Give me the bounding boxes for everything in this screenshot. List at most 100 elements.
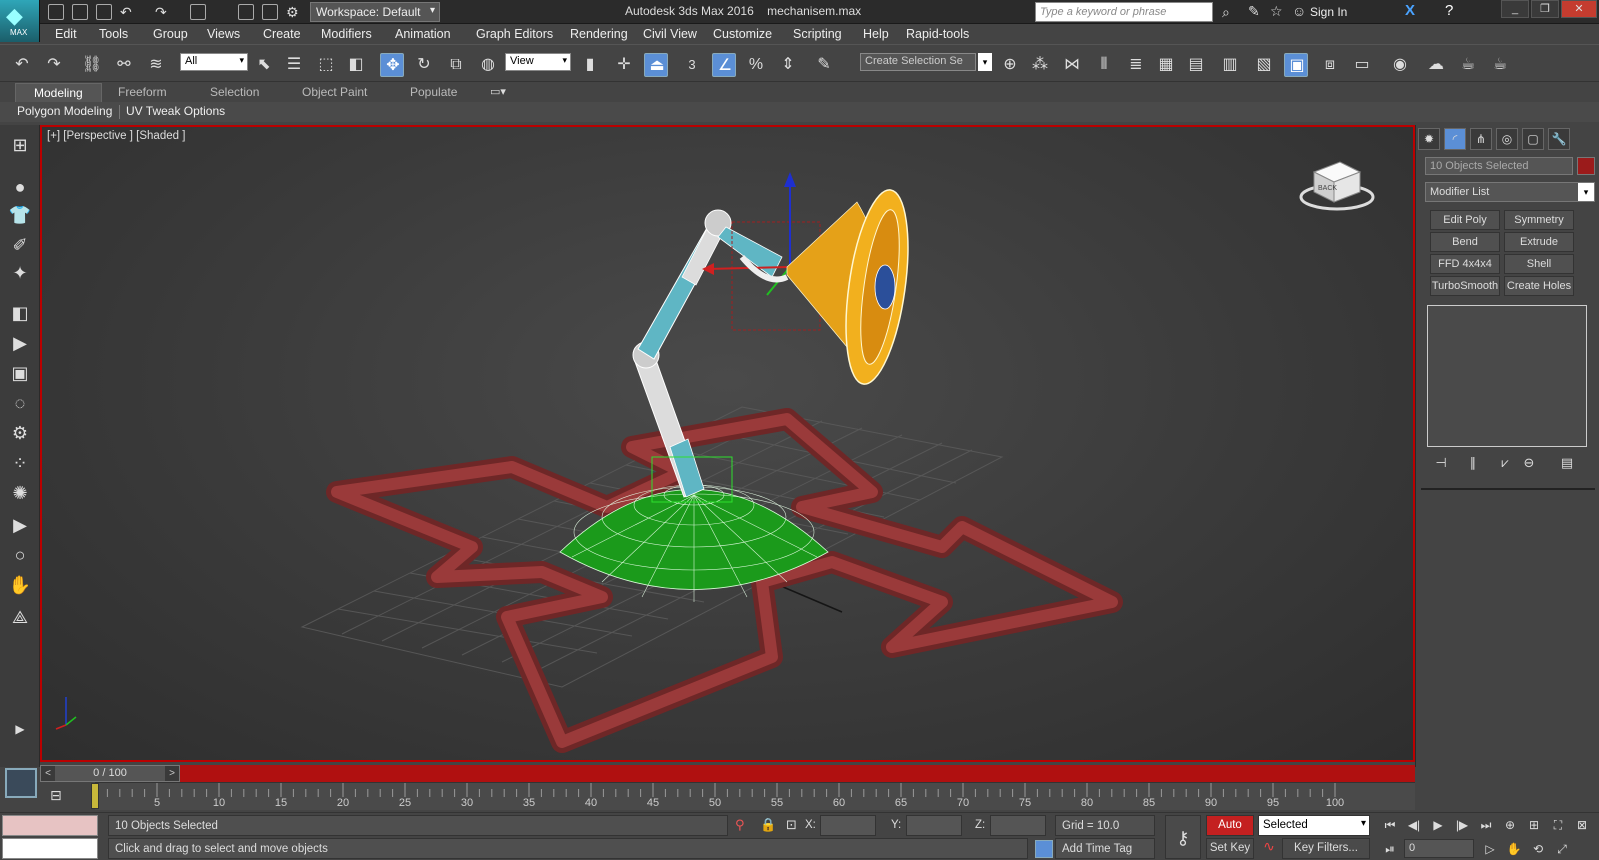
- bind-space-warp-icon[interactable]: ≋: [144, 53, 168, 77]
- perspective-viewport[interactable]: [+] [Perspective ] [Shaded ] BACK: [40, 125, 1415, 762]
- scene-explorer-icon[interactable]: ⊞: [7, 133, 33, 157]
- menu-rapid-tools[interactable]: Rapid-tools: [906, 27, 969, 41]
- teapot-render-icon[interactable]: ☕: [1456, 53, 1480, 77]
- save-file-icon[interactable]: [96, 4, 112, 20]
- paint-brush-icon[interactable]: ✐: [7, 233, 33, 257]
- x-coordinate-field[interactable]: [820, 815, 876, 836]
- close-button[interactable]: ✕: [1561, 0, 1597, 18]
- cloth-icon[interactable]: 👕: [7, 203, 33, 227]
- link-icon[interactable]: ⛓: [80, 53, 104, 77]
- render-setup-icon[interactable]: ▣: [1284, 53, 1308, 77]
- rendered-frame-window-icon[interactable]: ⧈: [1318, 53, 1342, 77]
- menu-civil-view[interactable]: Civil View: [643, 27, 697, 41]
- menu-scripting[interactable]: Scripting: [793, 27, 842, 41]
- menu-rendering[interactable]: Rendering: [570, 27, 628, 41]
- time-slider[interactable]: < 0 / 100 >: [40, 765, 180, 782]
- window-alt-icon[interactable]: [262, 4, 278, 20]
- select-manipulate-icon[interactable]: ✛: [612, 53, 636, 77]
- render-iterative-icon[interactable]: ◉: [1388, 53, 1412, 77]
- zoom-all-icon[interactable]: ⊞: [1524, 815, 1544, 835]
- isolate-icon[interactable]: ⊕: [998, 53, 1022, 77]
- display-tab-icon[interactable]: ▢: [1522, 128, 1544, 150]
- help-icon[interactable]: ?: [1445, 2, 1453, 19]
- ribbon-options-icon[interactable]: ▭▾: [490, 85, 506, 98]
- maximize-viewport-icon[interactable]: ⤢: [1552, 839, 1572, 859]
- layer-manager-icon[interactable]: ≣: [1124, 53, 1148, 77]
- select-and-move-icon[interactable]: ✥: [380, 53, 404, 77]
- walk-through-icon[interactable]: ⟁: [7, 605, 33, 629]
- render-production-icon[interactable]: ▭: [1350, 53, 1374, 77]
- current-frame-marker[interactable]: [91, 783, 99, 809]
- project-folder-icon[interactable]: [190, 4, 206, 20]
- symmetry-button[interactable]: Symmetry: [1504, 210, 1574, 230]
- redo-icon[interactable]: ↷: [155, 4, 171, 20]
- undo-icon[interactable]: ↶: [120, 4, 136, 20]
- angle-snap-icon[interactable]: ∠: [712, 53, 736, 77]
- orbit-view-icon[interactable]: ⟲: [1528, 839, 1548, 859]
- material-editor-icon[interactable]: ▧: [1252, 53, 1276, 77]
- zoom-icon[interactable]: ⊕: [1500, 815, 1520, 835]
- spinner-snap-icon[interactable]: ⇕: [776, 53, 800, 77]
- circle-icon[interactable]: ○: [7, 543, 33, 567]
- search-input[interactable]: Type a keyword or phrase: [1035, 2, 1213, 22]
- snaps-toggle-icon[interactable]: 3: [680, 53, 704, 77]
- go-to-start-icon[interactable]: ⏮: [1380, 815, 1400, 835]
- key-filters-button[interactable]: Key Filters...: [1282, 838, 1370, 859]
- favorites-star-icon[interactable]: ☆: [1270, 3, 1283, 20]
- object-name-field[interactable]: 10 Objects Selected: [1425, 157, 1573, 175]
- application-button[interactable]: ◆ MAX: [0, 0, 40, 42]
- schematic-view-icon[interactable]: ▥: [1218, 53, 1242, 77]
- key-set-dropdown[interactable]: Selected ▾: [1258, 815, 1370, 836]
- chevron-down-icon[interactable]: ▾: [978, 53, 992, 71]
- hierarchy-tab-icon[interactable]: ⋔: [1470, 128, 1492, 150]
- particle-flow-icon[interactable]: ✦: [7, 261, 33, 285]
- tab-selection[interactable]: Selection: [210, 85, 259, 99]
- current-frame-field[interactable]: 0: [1404, 839, 1474, 858]
- subtab-uv-tweak-options[interactable]: UV Tweak Options: [126, 104, 225, 118]
- orbit-icon[interactable]: ◌: [7, 391, 33, 415]
- object-color-swatch[interactable]: [1577, 157, 1595, 175]
- adaptive-degradation-icon[interactable]: [1035, 840, 1053, 858]
- add-time-tag-button[interactable]: Add Time Tag: [1055, 838, 1155, 859]
- tab-populate[interactable]: Populate: [410, 85, 457, 99]
- modifier-stack-list[interactable]: [1427, 305, 1587, 447]
- z-coordinate-field[interactable]: [990, 815, 1046, 836]
- percent-snap-icon[interactable]: %: [744, 53, 768, 77]
- pan-view-icon[interactable]: ✋: [1504, 839, 1524, 859]
- create-holes-button[interactable]: Create Holes: [1504, 276, 1574, 296]
- play-filter-icon[interactable]: ▶: [7, 331, 33, 355]
- sign-in-link[interactable]: Sign In: [1310, 5, 1347, 19]
- redo-icon[interactable]: ↷: [42, 53, 66, 77]
- show-end-result-icon[interactable]: ∥: [1464, 455, 1482, 473]
- tab-freeform[interactable]: Freeform: [118, 85, 167, 99]
- lock-selection-icon[interactable]: 🔒: [760, 817, 776, 833]
- menu-modifiers[interactable]: Modifiers: [321, 27, 372, 41]
- unlink-icon[interactable]: ⚯: [112, 53, 136, 77]
- shell-button[interactable]: Shell: [1504, 254, 1574, 274]
- utilities-tab-icon[interactable]: 🔧: [1548, 128, 1570, 150]
- minimize-button[interactable]: _: [1501, 0, 1529, 18]
- set-keys-icon[interactable]: ⚷: [1165, 815, 1201, 859]
- select-and-scale-icon[interactable]: ⧉: [444, 53, 468, 77]
- time-slider-track[interactable]: < 0 / 100 >: [40, 765, 1415, 782]
- menu-graph-editors[interactable]: Graph Editors: [476, 27, 553, 41]
- edit-poly-button[interactable]: Edit Poly: [1430, 210, 1500, 230]
- turbosmooth-button[interactable]: TurboSmooth: [1430, 276, 1500, 296]
- tab-object-paint[interactable]: Object Paint: [302, 85, 367, 99]
- select-object-icon[interactable]: ⬉: [252, 53, 276, 77]
- extrude-button[interactable]: Extrude: [1504, 232, 1574, 252]
- keyboard-shortcut-override-icon[interactable]: ⏏: [644, 53, 668, 77]
- configure-modifier-sets-icon[interactable]: ▤: [1558, 455, 1576, 473]
- pan-hand-icon[interactable]: ✋: [7, 573, 33, 597]
- binoculars-icon[interactable]: ⌕: [1222, 4, 1230, 21]
- noise-icon[interactable]: ⁘: [7, 451, 33, 475]
- curve-editor-icon[interactable]: ▤: [1184, 53, 1208, 77]
- mini-curve-editor-toggle[interactable]: [5, 768, 37, 798]
- rectangular-selection-icon[interactable]: ⬚: [314, 53, 338, 77]
- window-icon[interactable]: [238, 4, 254, 20]
- modifier-list-dropdown[interactable]: Modifier List ▾: [1425, 182, 1595, 202]
- sphere-create-icon[interactable]: ●: [7, 175, 33, 199]
- absolute-mode-icon[interactable]: ⊡: [786, 817, 797, 833]
- menu-animation[interactable]: Animation: [395, 27, 451, 41]
- motion-tab-icon[interactable]: ◎: [1496, 128, 1518, 150]
